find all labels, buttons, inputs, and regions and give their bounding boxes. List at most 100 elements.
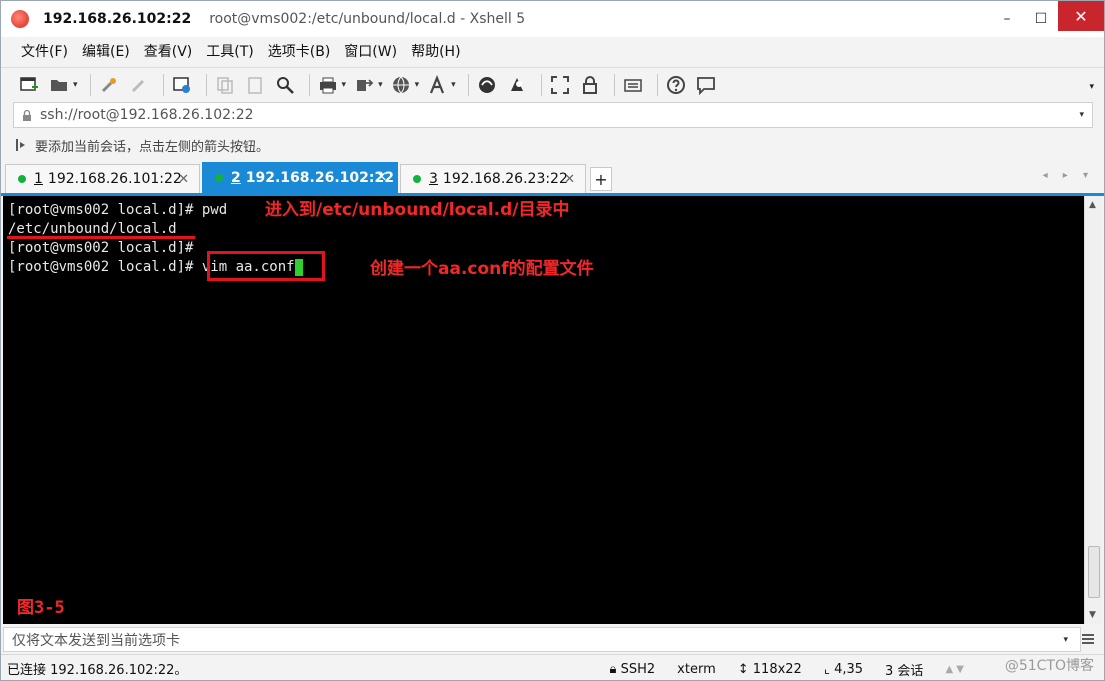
terminal-type: xterm (677, 662, 716, 677)
menu-help[interactable]: 帮助(H) (411, 41, 460, 61)
properties-icon[interactable] (170, 73, 194, 97)
terminal-size: ↕ 118x22 (737, 662, 802, 677)
window-title-path: root@vms002:/etc/unbound/local.d - Xshel… (209, 11, 526, 27)
figure-label: 图3-5 (17, 598, 65, 618)
address-dropdown-icon[interactable]: ▾ (1079, 110, 1084, 120)
connected-dot-icon (215, 174, 223, 182)
tab-label: 192.168.26.23:22 (442, 171, 568, 187)
add-session-arrow-icon[interactable] (15, 138, 29, 152)
font-dropdown-icon[interactable]: ▾ (451, 80, 456, 90)
toolbar-overflow-icon[interactable]: ▾ (1089, 82, 1094, 92)
xmanager-icon[interactable] (505, 73, 529, 97)
tab-close-icon[interactable]: ✕ (376, 170, 387, 185)
tab-navigation-arrows[interactable]: ◂ ▸ ▾ (1043, 170, 1094, 181)
menu-file[interactable]: 文件(F) (21, 41, 68, 61)
globe-dropdown-icon[interactable]: ▾ (415, 80, 420, 90)
protocol-text: SSH2 (620, 662, 656, 677)
size-text: 118x22 (752, 662, 802, 677)
annotation-note-1: 进入到/etc/unbound/local.d/目录中 (265, 200, 570, 220)
toolbar-separator (656, 73, 658, 96)
address-lock-icon (23, 109, 31, 121)
tab-close-icon[interactable]: ✕ (564, 172, 575, 187)
send-text-input[interactable]: 仅将文本发送到当前选项卡 (12, 630, 180, 650)
toolbar-separator (162, 73, 164, 96)
address-input[interactable]: ssh://root@192.168.26.102:22 (40, 107, 254, 123)
annotation-note-2: 创建一个aa.conf的配置文件 (370, 259, 594, 279)
scrollbar-thumb[interactable] (1088, 546, 1100, 598)
tab-label: 192.168.26.101:22 (47, 171, 182, 187)
maximize-button[interactable]: ☐ (1024, 1, 1058, 37)
minimize-button[interactable]: – (990, 1, 1024, 37)
disconnect-icon[interactable] (127, 73, 151, 97)
terminal-scrollbar[interactable]: ▲ ▼ (1084, 196, 1102, 624)
scroll-up-icon[interactable]: ▲ (1089, 200, 1096, 210)
status-bar: 已连接 192.168.26.102:22。 🔒︎ SSH2 xterm ↕ 1… (1, 654, 1104, 681)
terminal-line: [root@vms002 local.d]# (8, 240, 194, 256)
title-bar: 192.168.26.102:22 root@vms002:/etc/unbou… (1, 1, 1104, 37)
connected-dot-icon (413, 175, 421, 183)
menu-edit[interactable]: 编辑(E) (82, 41, 130, 61)
watermark: @51CTO博客 (1004, 658, 1094, 674)
toolbar: ▾ ▾ ▾ ▾ ▾ ▾ (1, 67, 1104, 101)
menu-tabs[interactable]: 选项卡(B) (268, 41, 331, 61)
terminal-area[interactable]: [root@vms002 local.d]# pwd /etc/unbound/… (3, 196, 1084, 624)
print-dropdown-icon[interactable]: ▾ (342, 80, 347, 90)
address-bar[interactable]: ssh://root@192.168.26.102:22 ▾ (13, 102, 1093, 128)
transfer-dropdown-icon[interactable]: ▾ (378, 80, 383, 90)
annotation-underline (7, 236, 195, 239)
session-hint-text: 要添加当前会话，点击左侧的箭头按钮。 (35, 139, 270, 155)
toolbar-separator (89, 73, 91, 96)
chat-icon[interactable] (694, 73, 718, 97)
toolbar-separator (308, 73, 310, 96)
menu-window[interactable]: 窗口(W) (344, 41, 397, 61)
menu-bar: 文件(F) 编辑(E) 查看(V) 工具(T) 选项卡(B) 窗口(W) 帮助(… (1, 37, 1104, 65)
send-text-bar[interactable]: 仅将文本发送到当前选项卡 ▾ (3, 627, 1081, 652)
session-hint-bar: 要添加当前会话，点击左侧的箭头按钮。 (13, 132, 1093, 158)
scroll-down-icon[interactable]: ▼ (1089, 610, 1096, 620)
keyboard-icon[interactable] (621, 73, 645, 97)
lock-icon[interactable] (578, 73, 602, 97)
open-folder-icon[interactable] (47, 73, 71, 97)
reconnect-icon[interactable] (97, 73, 121, 97)
font-icon[interactable] (425, 73, 449, 97)
tab-number: 1 (34, 171, 43, 187)
tab-session-2[interactable]: 2 192.168.26.102:22 ✕ (202, 162, 398, 193)
hamburger-menu-icon[interactable] (1080, 631, 1096, 647)
toolbar-separator (205, 73, 207, 96)
menu-view[interactable]: 查看(V) (144, 41, 193, 61)
toolbar-separator (613, 73, 615, 96)
toolbar-separator (540, 73, 542, 96)
tab-close-icon[interactable]: ✕ (178, 172, 189, 187)
session-count: 3 会话 (885, 664, 924, 679)
window-title-host: 192.168.26.102:22 (43, 11, 192, 27)
protocol-status: 🔒︎ SSH2 (609, 662, 656, 677)
tab-session-3[interactable]: 3 192.168.26.23:22 ✕ (400, 164, 586, 193)
add-tab-button[interactable]: + (590, 167, 612, 191)
print-icon[interactable] (316, 73, 340, 97)
copy-icon[interactable] (213, 73, 237, 97)
status-arrows-icon[interactable]: ▲ ▼ (945, 664, 964, 675)
new-session-icon[interactable] (17, 73, 41, 97)
tab-label: 192.168.26.102:22 (245, 170, 394, 186)
toolbar-separator (467, 73, 469, 96)
cursor-position: ⌞ 4,35 (823, 662, 864, 677)
xftp-icon[interactable] (475, 73, 499, 97)
tab-number: 3 (429, 171, 438, 187)
connection-status: 已连接 192.168.26.102:22。 (7, 662, 188, 678)
paste-icon[interactable] (243, 73, 267, 97)
position-text: 4,35 (834, 662, 864, 677)
menu-tools[interactable]: 工具(T) (206, 41, 253, 61)
session-tabs: 1 192.168.26.101:22 ✕ 2 192.168.26.102:2… (1, 162, 1104, 193)
tab-number: 2 (231, 170, 241, 186)
tab-session-1[interactable]: 1 192.168.26.101:22 ✕ (5, 164, 200, 193)
globe-icon[interactable] (389, 73, 413, 97)
fullscreen-icon[interactable] (548, 73, 572, 97)
send-dropdown-icon[interactable]: ▾ (1063, 635, 1068, 645)
connected-dot-icon (18, 175, 26, 183)
transfer-icon[interactable] (352, 73, 376, 97)
help-icon[interactable] (664, 73, 688, 97)
open-dropdown-icon[interactable]: ▾ (73, 80, 78, 90)
find-icon[interactable] (273, 73, 297, 97)
close-button[interactable]: ✕ (1058, 1, 1104, 31)
annotation-box (207, 251, 325, 281)
